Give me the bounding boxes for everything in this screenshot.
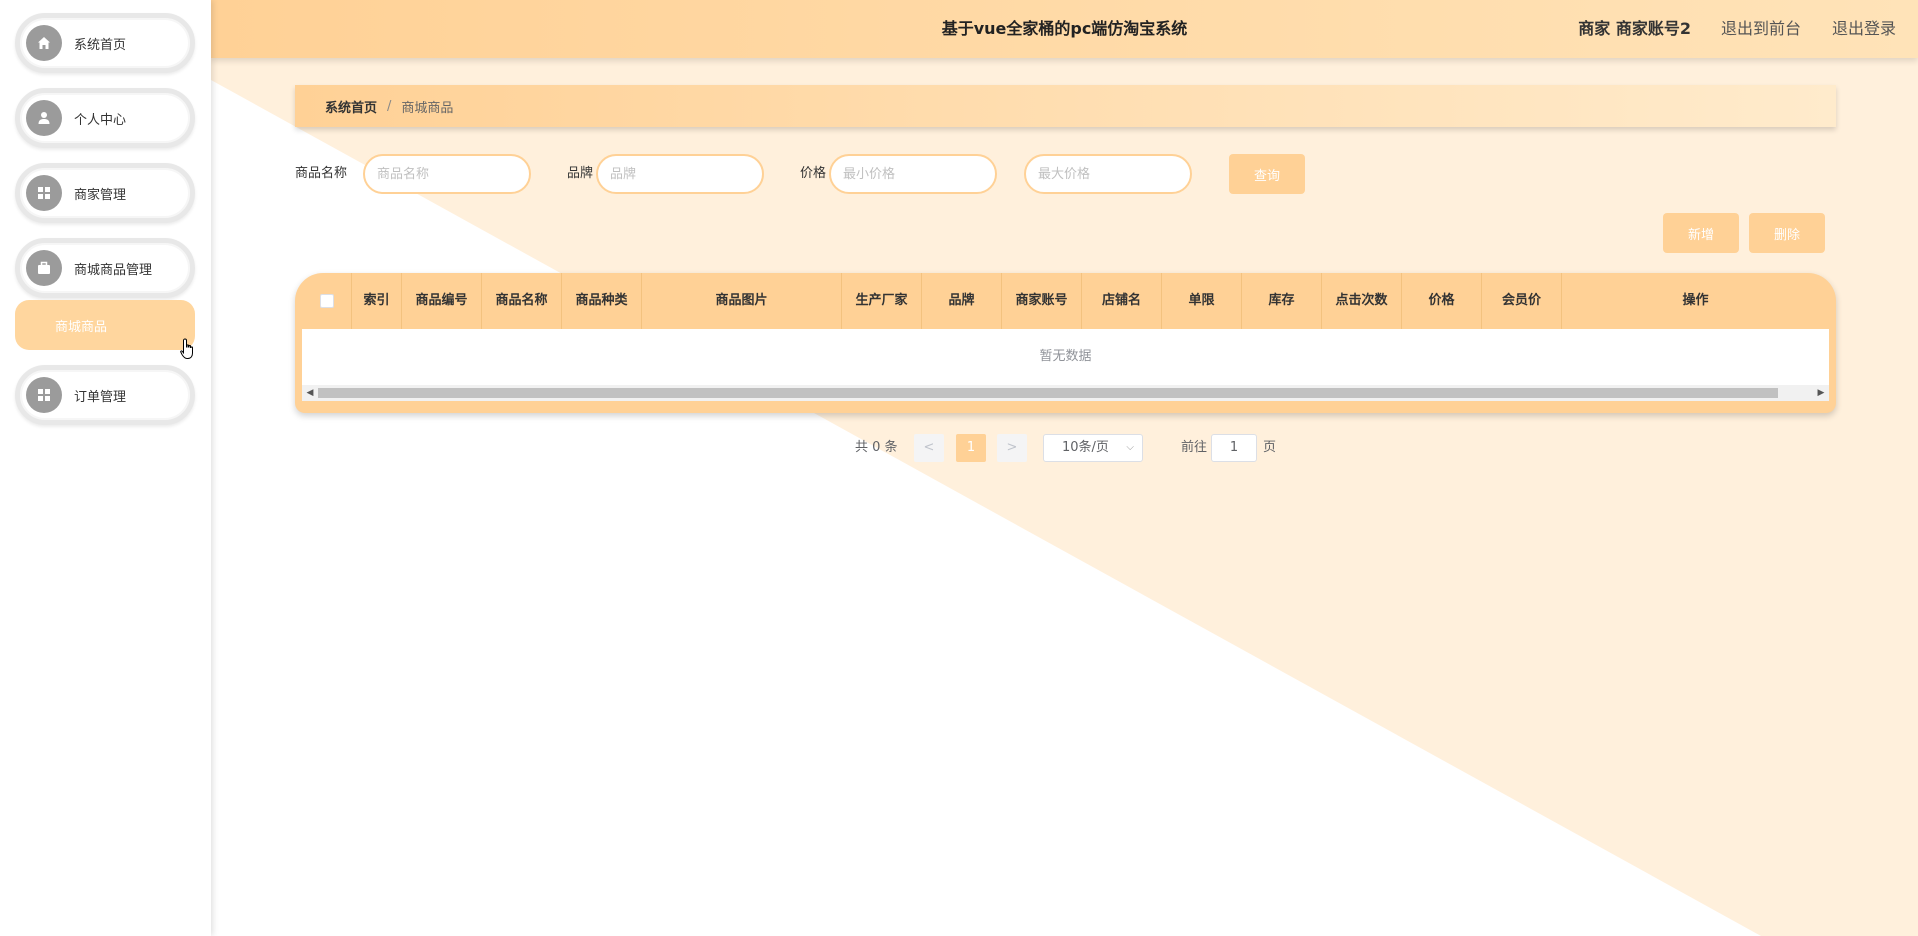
sidebar: 系统首页 个人中心 商家管理 商城商品管理 商城商品 订单管理 — [0, 0, 211, 936]
breadcrumb-current: 商城商品 — [401, 100, 454, 116]
max-price-input[interactable] — [1024, 154, 1192, 194]
delete-button[interactable]: 删除 — [1749, 213, 1825, 253]
home-icon — [26, 25, 62, 61]
column-header[interactable]: 单限 — [1162, 273, 1242, 329]
column-header: 操作 — [1682, 293, 1709, 308]
sidebar-item-products[interactable]: 商城商品管理 — [15, 238, 195, 298]
min-price-input[interactable] — [829, 154, 997, 194]
chevron-down-icon: ⌵ — [1126, 442, 1134, 453]
sidebar-item-label: 商城商品管理 — [74, 262, 153, 278]
select-all-cell — [302, 273, 352, 329]
sidebar-item-label: 个人中心 — [74, 112, 127, 128]
goto-page-input[interactable]: 1 — [1211, 434, 1257, 462]
column-header[interactable]: 生产厂家 — [842, 273, 922, 329]
sidebar-subitem-mall-products[interactable]: 商城商品 — [15, 300, 195, 350]
column-header[interactable]: 商品编号 — [402, 273, 482, 329]
product-name-label: 商品名称 — [295, 166, 348, 181]
column-header[interactable]: 商品名称 — [482, 273, 562, 329]
scrollbar-thumb[interactable] — [318, 388, 1778, 398]
select-all-checkbox[interactable] — [319, 293, 334, 308]
add-button[interactable]: 新增 — [1663, 213, 1739, 253]
total-count: 共 0 条 — [855, 440, 898, 455]
column-header[interactable]: 库存 — [1242, 273, 1322, 329]
prev-page-button[interactable]: < — [914, 434, 944, 462]
logout-link[interactable]: 退出登录 — [1832, 0, 1896, 58]
query-button[interactable]: 查询 — [1229, 154, 1305, 194]
sidebar-item-orders[interactable]: 订单管理 — [15, 365, 195, 425]
page-size-select[interactable]: 10条/页 ⌵ — [1043, 434, 1143, 462]
pagination: 共 0 条 < 1 > 10条/页 ⌵ 前往 1 页 — [211, 434, 1918, 462]
grid-icon — [26, 377, 62, 413]
column-header[interactable]: 点击次数 — [1322, 273, 1402, 329]
column-header[interactable]: 商家账号 — [1002, 273, 1082, 329]
sidebar-item-profile[interactable]: 个人中心 — [15, 88, 195, 148]
back-to-front-link[interactable]: 退出到前台 — [1721, 0, 1801, 58]
user-icon — [26, 100, 62, 136]
search-form: 商品名称 品牌 价格 查询 — [295, 154, 1836, 194]
breadcrumb-separator: / — [387, 98, 392, 114]
next-page-button[interactable]: > — [997, 434, 1027, 462]
page-suffix-label: 页 — [1263, 440, 1277, 455]
brand-label: 品牌 — [567, 166, 594, 181]
column-header[interactable]: 店铺名 — [1082, 273, 1162, 329]
top-header: 基于vue全家桶的pc端仿淘宝系统 商家 商家账号2 退出到前台 退出登录 — [211, 0, 1918, 58]
main-content: 系统首页 / 商城商品 商品名称 品牌 价格 查询 新增 删除 索引 商品编号 … — [211, 58, 1918, 936]
product-name-input[interactable] — [363, 154, 531, 194]
sidebar-item-merchants[interactable]: 商家管理 — [15, 163, 195, 223]
brand-input[interactable] — [596, 154, 764, 194]
column-header[interactable]: 品牌 — [922, 273, 1002, 329]
column-header[interactable]: 会员价 — [1482, 273, 1562, 329]
table-header: 索引 商品编号 商品名称 商品种类 商品图片 生产厂家 品牌 商家账号 店铺名 … — [302, 273, 1829, 329]
products-table: 索引 商品编号 商品名称 商品种类 商品图片 生产厂家 品牌 商家账号 店铺名 … — [295, 273, 1836, 413]
column-header[interactable]: 价格 — [1402, 273, 1482, 329]
sidebar-item-label: 系统首页 — [74, 37, 127, 53]
price-label: 价格 — [800, 166, 827, 181]
page-number-button[interactable]: 1 — [956, 434, 986, 462]
page-size-value: 10条/页 — [1062, 440, 1109, 455]
briefcase-icon — [26, 250, 62, 286]
scroll-right-icon[interactable]: ▶ — [1813, 385, 1829, 401]
sidebar-item-label: 订单管理 — [74, 389, 127, 405]
horizontal-scrollbar[interactable]: ◀ ▶ — [302, 385, 1829, 401]
column-header[interactable]: 商品种类 — [562, 273, 642, 329]
current-user: 商家 商家账号2 — [1578, 19, 1691, 38]
goto-label: 前往 — [1181, 440, 1208, 455]
sidebar-item-label: 商家管理 — [74, 187, 127, 203]
breadcrumb: 系统首页 / 商城商品 — [295, 85, 1836, 127]
grid-icon — [26, 175, 62, 211]
column-header[interactable]: 索引 — [352, 273, 402, 329]
column-header[interactable]: 商品图片 — [642, 273, 842, 329]
sidebar-item-home[interactable]: 系统首页 — [15, 13, 195, 73]
breadcrumb-home[interactable]: 系统首页 — [325, 97, 377, 116]
table-empty-state: 暂无数据 — [302, 329, 1829, 385]
hand-cursor-icon — [180, 338, 193, 359]
scroll-left-icon[interactable]: ◀ — [302, 385, 318, 401]
